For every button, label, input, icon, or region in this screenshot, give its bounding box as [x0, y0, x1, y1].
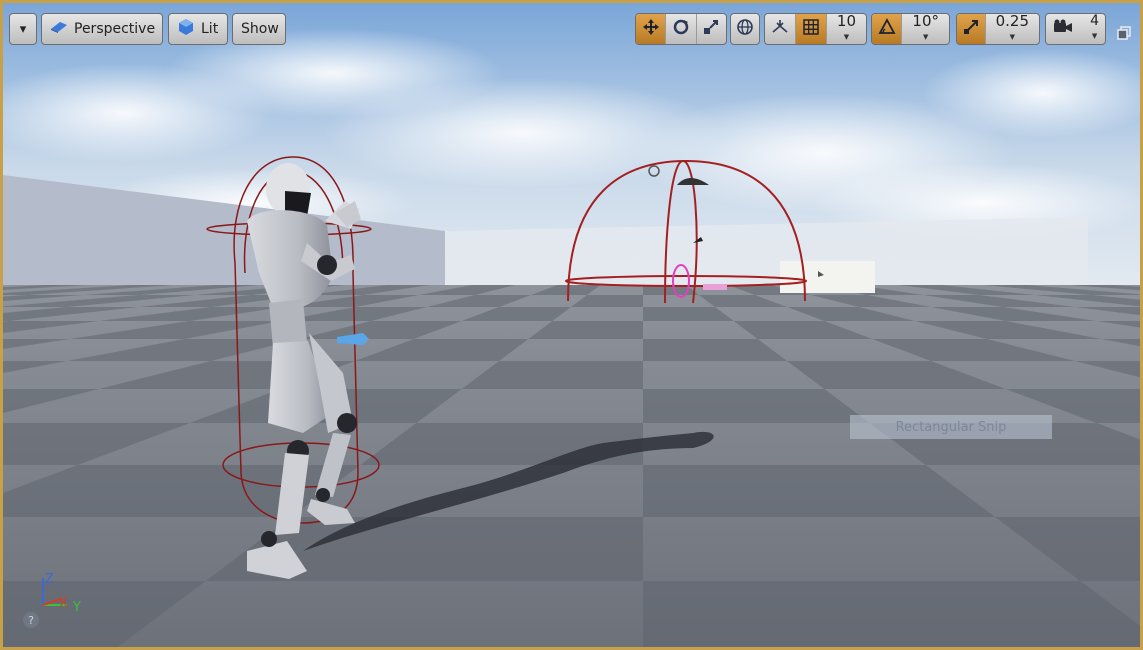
rectangular-snip-tooltip: Rectangular Snip — [850, 415, 1052, 439]
scale-snap-group: 0.25 ▼ — [956, 13, 1040, 45]
scale-snap-value-dropdown[interactable]: 0.25 ▼ — [986, 14, 1039, 44]
floor-tile — [643, 581, 1140, 647]
axis-x-label: X — [59, 596, 68, 611]
transform-tools-group — [635, 13, 727, 45]
scale-tool-button[interactable] — [697, 14, 726, 44]
grid-snap-toggle[interactable] — [795, 14, 827, 44]
viewport-options-button[interactable]: ▾ — [9, 13, 37, 45]
chevron-down-icon: ▼ — [1091, 32, 1098, 40]
chevron-down-icon: ▾ — [19, 21, 27, 37]
camera-speed-button[interactable]: 4 ▼ — [1045, 13, 1106, 45]
surface-snap-button[interactable] — [765, 14, 796, 44]
distant-plane — [780, 261, 875, 293]
translate-tool-button[interactable] — [636, 14, 667, 44]
axis-z-label: Z — [45, 572, 54, 587]
rotate-tool-button[interactable] — [666, 14, 697, 44]
angle-icon — [878, 18, 896, 40]
show-flags-button[interactable]: Show — [232, 13, 286, 45]
rotation-snap-value: 10° — [912, 13, 939, 30]
scale-arrow-icon — [962, 18, 980, 40]
chevron-down-icon: ▼ — [843, 32, 850, 41]
lit-sphere-icon — [177, 18, 195, 40]
globe-icon — [736, 18, 754, 40]
scale-snap-value: 0.25 — [995, 13, 1029, 30]
rotate-icon — [672, 18, 690, 40]
chevron-down-icon: ▼ — [1009, 32, 1015, 41]
chevron-down-icon: ▼ — [923, 32, 929, 41]
scale-snap-toggle[interactable] — [957, 14, 986, 44]
rotation-snap-group: 10° ▼ — [871, 13, 950, 45]
perspective-cube-icon — [50, 20, 68, 38]
grid-snap-value-dropdown[interactable]: 10 ▼ — [827, 14, 866, 44]
rotation-snap-value-dropdown[interactable]: 10° ▼ — [902, 14, 949, 44]
viewport-scene[interactable]: Z X Y — [3, 3, 1140, 647]
show-flags-label: Show — [241, 21, 279, 37]
surface-snap-icon — [771, 18, 789, 40]
rotation-snap-toggle[interactable] — [872, 14, 903, 44]
grid-snap-value: 10 — [836, 13, 856, 30]
camera-icon — [1052, 19, 1074, 39]
lighting-mode-button[interactable]: Lit — [168, 13, 228, 45]
axis-y-label: Y — [72, 600, 81, 615]
grid-snap-group: 10 ▼ — [764, 13, 867, 45]
lighting-mode-label: Lit — [201, 21, 219, 37]
help-icon[interactable]: ? — [23, 612, 39, 628]
translate-arrows-icon — [642, 18, 660, 40]
grid-icon — [803, 19, 819, 39]
camera-speed-value: 4 — [1090, 13, 1099, 29]
world-local-toggle[interactable] — [730, 13, 760, 45]
view-mode-label: Perspective — [74, 21, 156, 37]
level-viewport[interactable]: Z X Y Rectangular Snip ? ▾ Perspective L… — [0, 0, 1143, 650]
restore-window-icon[interactable] — [1117, 25, 1131, 40]
view-mode-button[interactable]: Perspective — [41, 13, 163, 45]
scale-icon — [702, 18, 720, 40]
